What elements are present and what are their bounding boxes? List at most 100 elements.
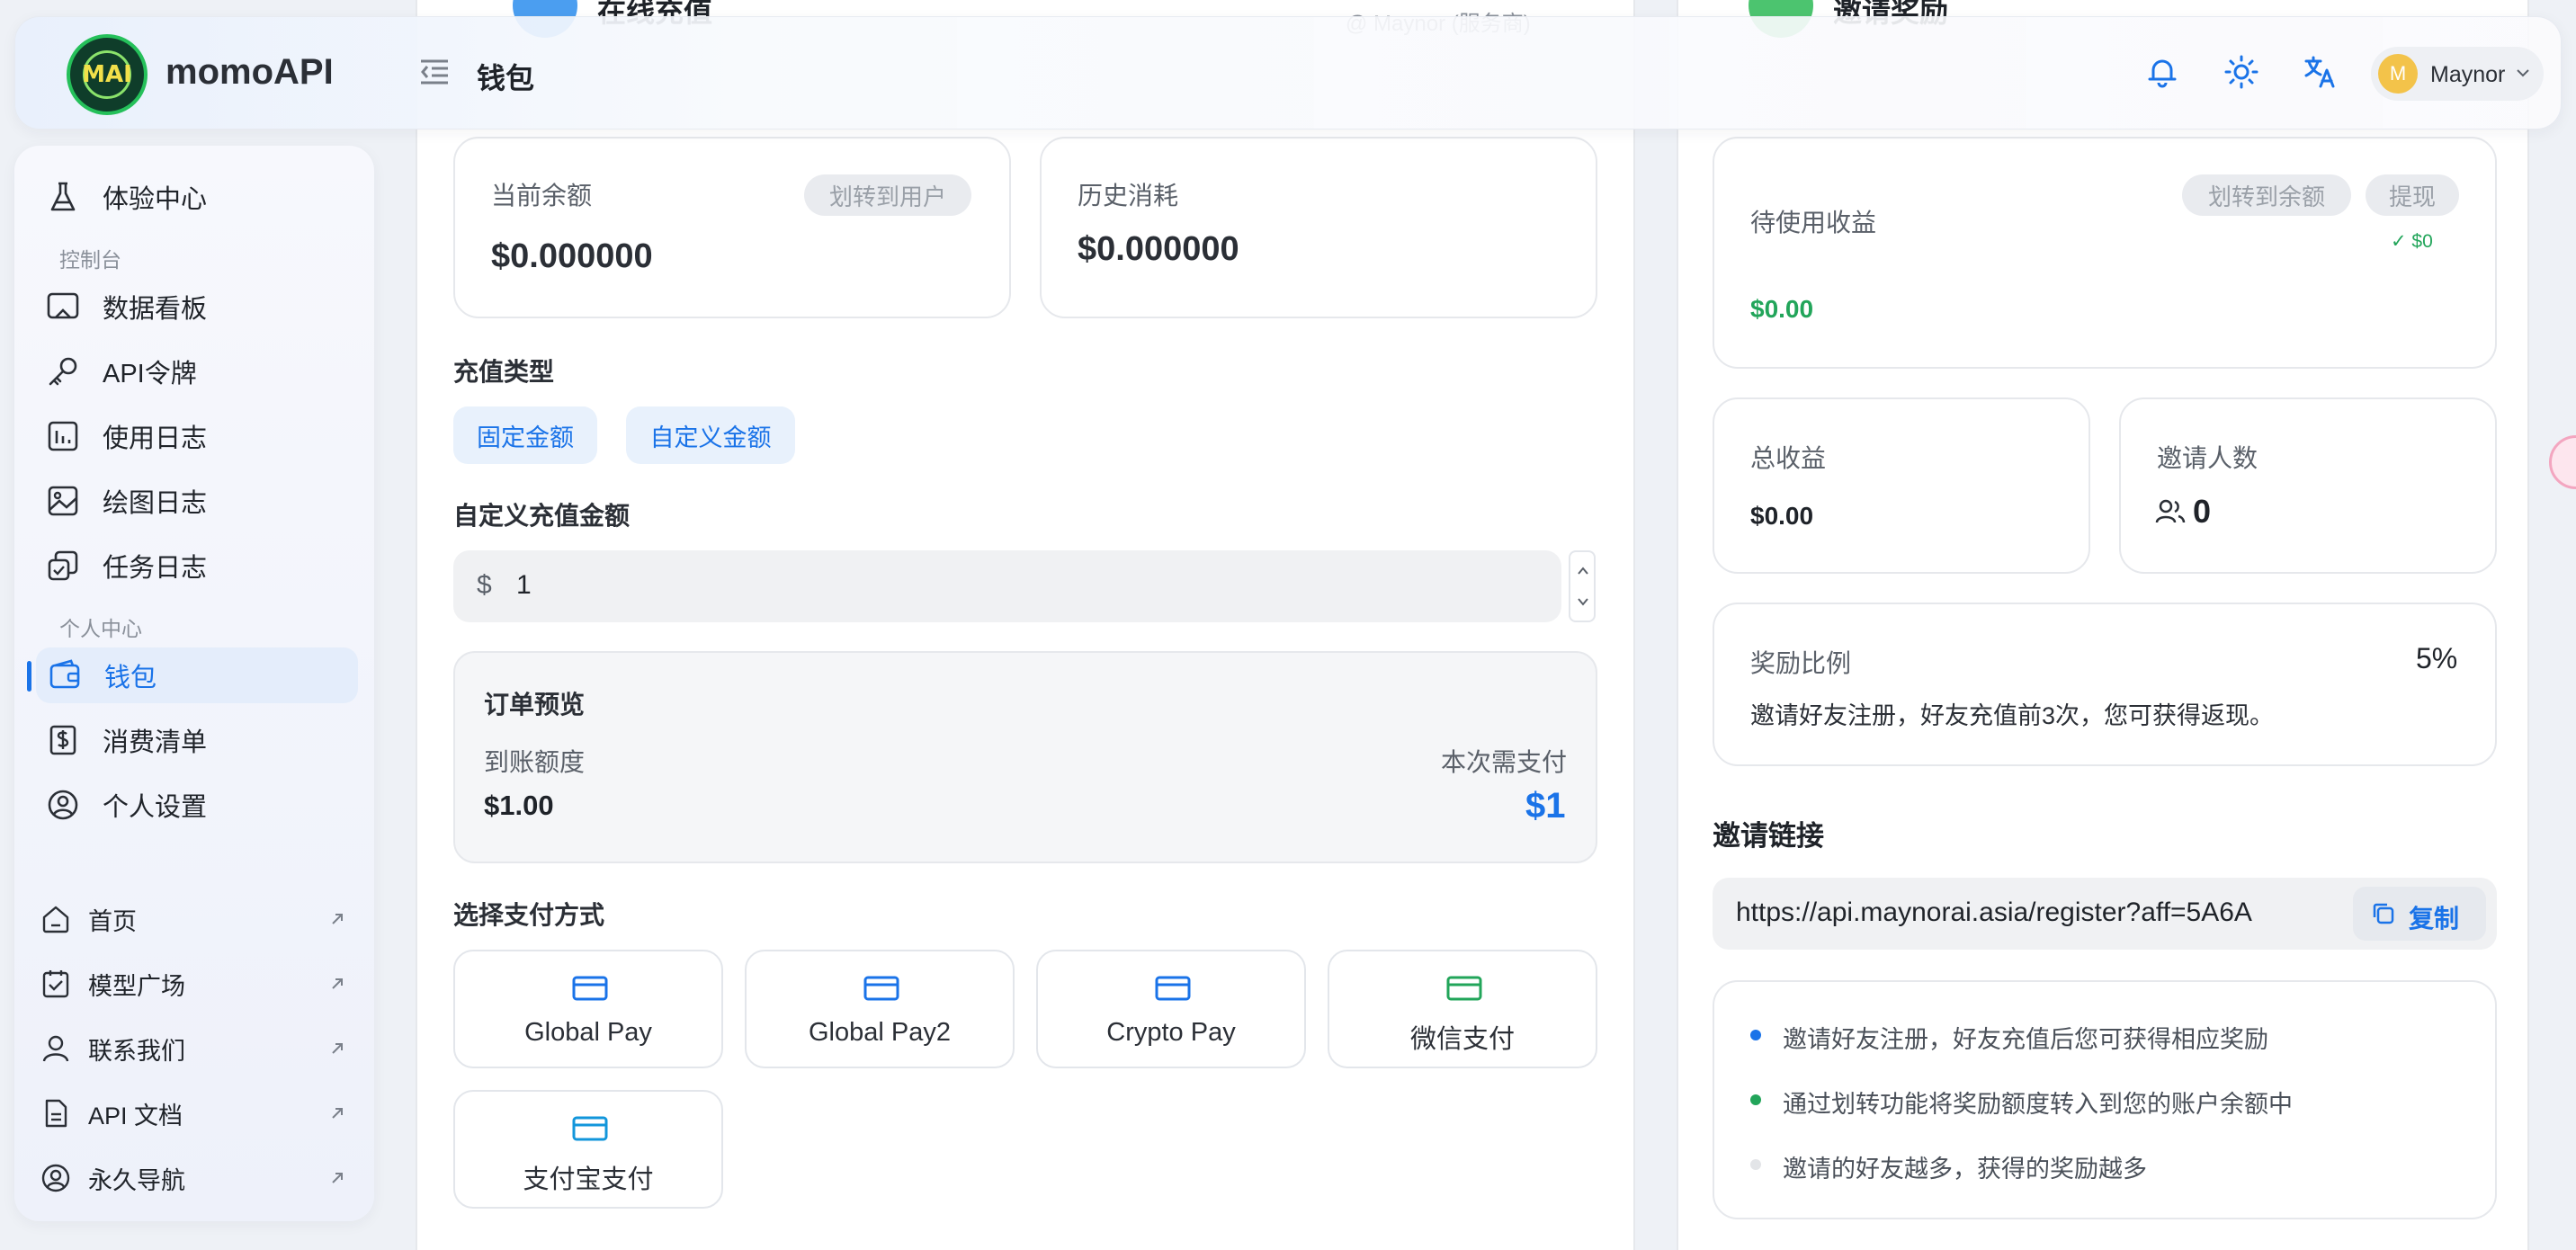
payment-method-label: 选择支付方式 (453, 901, 605, 929)
sidebar-item-label: 绘图日志 (103, 489, 208, 518)
external-arrow-icon (332, 1043, 343, 1054)
transfer-to-user-button[interactable]: 划转到用户 (804, 174, 971, 216)
home-icon (42, 906, 69, 933)
pay-label: 支付宝支付 (523, 1165, 654, 1194)
credit-card-icon (1155, 976, 1191, 1001)
transfer-to-balance-button[interactable]: 划转到余额 (2182, 174, 2351, 216)
amount-input[interactable]: $ 1 (453, 550, 1561, 622)
brand-name[interactable]: momoAPI (165, 52, 334, 93)
sidebar-item-dashboard[interactable]: 数据看板 (34, 279, 358, 335)
bill-icon (49, 725, 76, 755)
pay-wechat[interactable]: 微信支付 (1328, 950, 1597, 1068)
flask-icon (50, 182, 76, 211)
history-label: 历史消耗 (1078, 182, 1179, 210)
pay-crypto-pay[interactable]: Crypto Pay (1036, 950, 1306, 1068)
pay-global-pay2[interactable]: Global Pay2 (745, 950, 1015, 1068)
sidebar-item-experience[interactable]: 体验中心 (34, 169, 358, 225)
floating-assistant-icon[interactable] (2549, 435, 2576, 489)
chevron-down-icon (2517, 69, 2529, 77)
sidebar-toggle-icon[interactable] (419, 58, 450, 85)
sidebar-item-settings[interactable]: 个人设置 (34, 777, 358, 833)
link-label: 首页 (88, 907, 137, 935)
link-label: 联系我们 (88, 1037, 185, 1065)
invite-count-label: 邀请人数 (2157, 444, 2258, 472)
user-badge-icon (41, 1164, 70, 1192)
credit-card-icon (572, 1116, 608, 1141)
tip-text: 邀请好友注册，好友充值后您可获得相应奖励 (1783, 1026, 2268, 1053)
link-home[interactable]: 首页 (40, 894, 354, 944)
credit-card-icon (1446, 976, 1482, 1001)
pay-label: Global Pay (524, 1018, 652, 1047)
sidebar-item-task-logs[interactable]: 任务日志 (34, 538, 358, 594)
sidebar-item-label: 体验中心 (103, 185, 208, 214)
link-api-docs[interactable]: API 文档 (40, 1088, 354, 1138)
order-preview-title: 订单预览 (484, 691, 586, 719)
pay-global-pay[interactable]: Global Pay (453, 950, 723, 1068)
active-indicator (27, 661, 31, 692)
link-permanent-nav[interactable]: 永久导航 (40, 1153, 354, 1203)
pending-earnings-card (1713, 137, 2497, 369)
tip-text: 邀请的好友越多，获得的奖励越多 (1783, 1156, 2147, 1183)
copy-icon (2373, 903, 2394, 924)
sidebar-item-bills[interactable]: 消费清单 (34, 712, 358, 768)
balance-value: $0.000000 (491, 237, 653, 275)
currency-prefix: $ (477, 570, 492, 600)
page-title: 钱包 (477, 62, 535, 94)
external-arrow-icon (332, 1173, 343, 1183)
link-label: API 文档 (88, 1102, 183, 1129)
tip-bullet (1750, 1159, 1761, 1170)
tasks-icon (48, 550, 78, 581)
person-icon (42, 1035, 69, 1062)
link-contact-us[interactable]: 联系我们 (40, 1023, 354, 1074)
sun-icon[interactable] (2223, 54, 2259, 90)
chevron-up-icon[interactable] (1571, 558, 1595, 585)
sidebar-item-label: API令牌 (103, 360, 197, 388)
tab-custom-amount[interactable]: 自定义金额 (626, 406, 795, 464)
link-model-plaza[interactable]: 模型广场 (40, 959, 354, 1009)
recharge-type-label: 充值类型 (453, 358, 555, 386)
key-icon (49, 357, 77, 386)
invite-count-card (2119, 397, 2497, 574)
translate-icon[interactable] (2303, 54, 2339, 90)
checklist-icon (42, 970, 69, 998)
brand-logo[interactable]: MAI (67, 34, 148, 115)
invite-count-value: 0 (2193, 493, 2212, 530)
invite-link-title: 邀请链接 (1713, 820, 1824, 852)
pay-amount-label: 本次需支付 (1441, 748, 1568, 776)
tab-fixed-amount[interactable]: 固定金额 (453, 406, 597, 464)
credit-value: $1.00 (484, 790, 554, 821)
sidebar-item-label: 数据看板 (103, 295, 208, 324)
sidebar-item-label: 使用日志 (103, 424, 208, 453)
sidebar-item-wallet[interactable]: 钱包 (36, 647, 358, 703)
sidebar-item-drawing-logs[interactable]: 绘图日志 (34, 473, 358, 529)
pay-label: Crypto Pay (1106, 1018, 1236, 1047)
copy-label: 复制 (2409, 905, 2460, 933)
credit-label: 到账额度 (484, 748, 586, 776)
pending-earnings-label: 待使用收益 (1750, 209, 1877, 237)
amount-stepper[interactable] (1569, 550, 1596, 622)
copy-button[interactable]: 复制 (2353, 887, 2486, 941)
sidebar-item-usage-logs[interactable]: 使用日志 (34, 408, 358, 464)
history-value: $0.000000 (1078, 230, 1239, 268)
tip-bullet (1750, 1030, 1761, 1040)
reward-ratio-card (1713, 603, 2497, 766)
sidebar-item-api-tokens[interactable]: API令牌 (34, 344, 358, 399)
chevron-down-icon[interactable] (1571, 588, 1595, 615)
bell-icon[interactable] (2144, 54, 2180, 90)
logo-mark: MAI (82, 50, 132, 99)
external-arrow-icon (332, 914, 343, 924)
tip-bullet (1750, 1094, 1761, 1105)
avatar: M (2378, 54, 2418, 94)
invite-link-field[interactable]: https://api.maynorai.asia/register?aff=5… (1713, 878, 2497, 950)
reward-ratio-desc: 邀请好友注册，好友充值前3次，您可获得返现。 (1750, 702, 2275, 729)
amount-value: 1 (516, 570, 532, 600)
withdraw-button[interactable]: 提现 (2366, 174, 2459, 216)
pay-alipay[interactable]: 支付宝支付 (453, 1090, 723, 1209)
users-icon (2155, 499, 2186, 523)
user-menu[interactable]: M Maynor (2371, 47, 2544, 101)
pay-label: 微信支付 (1409, 1025, 1515, 1054)
sidebar-item-label: 钱包 (104, 664, 157, 692)
credit-card-icon (863, 976, 899, 1001)
balance-card (453, 137, 1011, 318)
history-card (1040, 137, 1597, 318)
